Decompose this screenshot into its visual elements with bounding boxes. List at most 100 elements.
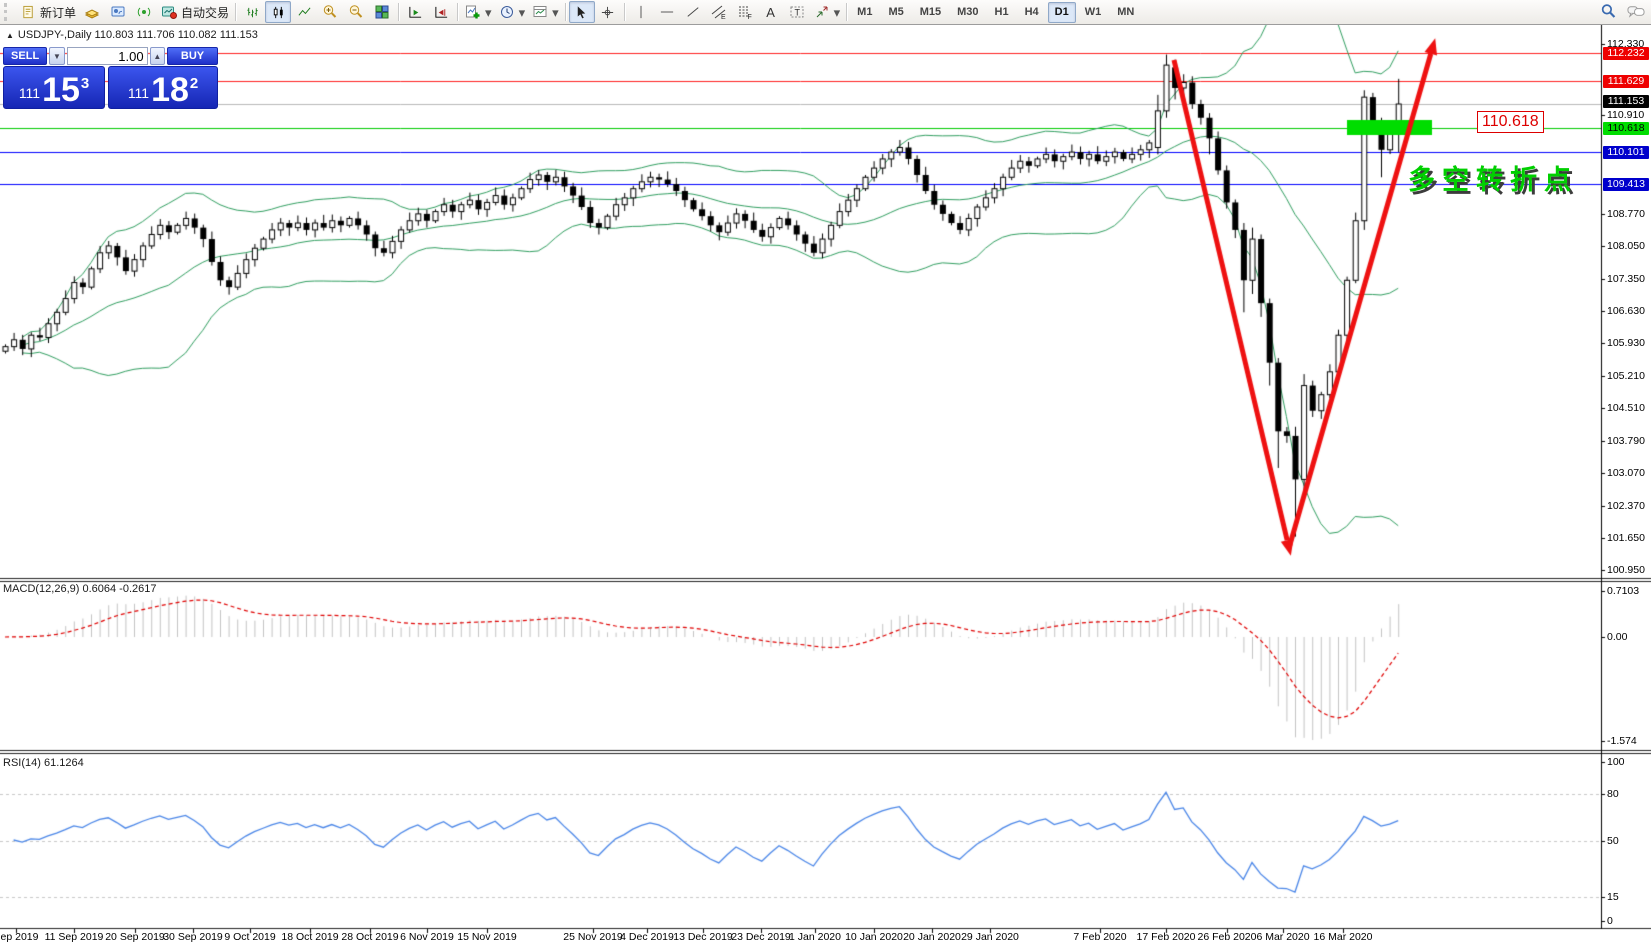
- price-tick: 110.910: [1607, 109, 1644, 121]
- timeframe-m30[interactable]: M30: [950, 2, 985, 23]
- chart-shift-button[interactable]: [428, 1, 454, 23]
- timeframe-m5[interactable]: M5: [881, 2, 910, 23]
- date-tick: 17 Feb 2020: [1137, 931, 1196, 943]
- date-tick: 26 Feb 2020: [1198, 931, 1257, 943]
- timeframe-m15[interactable]: M15: [913, 2, 948, 23]
- candlestick-chart-icon: [269, 3, 287, 21]
- toolbar-grip[interactable]: [4, 3, 14, 21]
- one-click-panel-toggle[interactable]: ▲: [6, 31, 14, 40]
- date-tick: 7 Feb 2020: [1073, 931, 1126, 943]
- date-axis[interactable]: Sep 201911 Sep 201920 Sep 201930 Sep 201…: [0, 930, 1651, 946]
- templates-button[interactable]: ▾: [528, 1, 562, 23]
- date-tick: Sep 2019: [0, 931, 38, 943]
- timeframe-h4[interactable]: H4: [1018, 2, 1046, 23]
- sell-price-figure: 111: [19, 85, 40, 101]
- date-tick: 6 Nov 2019: [400, 931, 454, 943]
- indicator-axis-tick: -1.574: [1607, 735, 1637, 747]
- tile-windows-button[interactable]: [369, 1, 395, 23]
- toolbar-separator: [846, 3, 847, 21]
- buy-price-panel[interactable]: 111 18 2: [108, 66, 218, 109]
- volume-input[interactable]: 1.00: [67, 47, 148, 65]
- new-order-button[interactable]: 新订单: [16, 1, 79, 23]
- sell-price-point: 3: [81, 69, 89, 92]
- sell-price-panel[interactable]: 111 15 3: [3, 66, 105, 109]
- indicators-button[interactable]: ▾: [461, 1, 495, 23]
- cursor-button[interactable]: [569, 1, 595, 23]
- chat-icon[interactable]: [1627, 2, 1645, 20]
- timeframe-h1[interactable]: H1: [988, 2, 1016, 23]
- price-tick: 104.510: [1607, 402, 1645, 414]
- book-icon: [83, 3, 101, 21]
- indicator-axis-tick: 0: [1607, 915, 1613, 927]
- auto-scroll-button[interactable]: [402, 1, 428, 23]
- indicator-axis-tick: 80: [1607, 788, 1619, 800]
- fibonacci-button[interactable]: F: [732, 1, 758, 23]
- channel-button[interactable]: E: [706, 1, 732, 23]
- trendline-button[interactable]: [680, 1, 706, 23]
- price-tick: 106.630: [1607, 305, 1645, 317]
- date-tick: 1 Jan 2020: [789, 931, 841, 943]
- signals-button[interactable]: [131, 1, 157, 23]
- date-tick: 29 Jan 2020: [961, 931, 1019, 943]
- timeframe-w1[interactable]: W1: [1078, 2, 1109, 23]
- timeframe-m1[interactable]: M1: [850, 2, 879, 23]
- chart-canvas[interactable]: [0, 0, 1651, 946]
- autotrading-label: 自动交易: [181, 4, 229, 21]
- price-tick: 108.770: [1607, 208, 1645, 220]
- text-icon: A: [766, 6, 775, 19]
- cursor-icon: [573, 3, 591, 21]
- line-chart-button[interactable]: [291, 1, 317, 23]
- main-toolbar: 新订单 自动交易: [0, 0, 1651, 25]
- toolbar-separator: [235, 3, 236, 21]
- market-watch-button[interactable]: [105, 1, 131, 23]
- sell-button[interactable]: SELL: [3, 47, 47, 65]
- horizontal-line-button[interactable]: [654, 1, 680, 23]
- macd-label: MACD(12,26,9) 0.6064 -0.2617: [3, 583, 156, 595]
- candlestick-chart-button[interactable]: [265, 1, 291, 23]
- one-click-trading-panel: SELL ▼ 1.00 ▲ BUY 111 15 3 111 18 2: [3, 47, 218, 109]
- vertical-line-button[interactable]: [628, 1, 654, 23]
- buy-price-point: 2: [190, 69, 198, 92]
- date-tick: 20 Jan 2020: [903, 931, 961, 943]
- price-badge: 112.232: [1603, 47, 1649, 60]
- text-label-button[interactable]: T: [784, 1, 810, 23]
- auto-scroll-icon: [406, 3, 424, 21]
- timeframe-d1[interactable]: D1: [1048, 2, 1076, 23]
- buy-button[interactable]: BUY: [167, 47, 218, 65]
- price-axis[interactable]: 112.330110.910108.770108.050107.350106.6…: [1602, 24, 1651, 929]
- arrows-button[interactable]: ▾: [810, 1, 844, 23]
- crosshair-button[interactable]: [595, 1, 621, 23]
- vertical-line-icon: [632, 3, 650, 21]
- date-tick: 11 Sep 2019: [45, 931, 104, 943]
- date-tick: 25 Nov 2019: [563, 931, 623, 943]
- bar-chart-button[interactable]: [239, 1, 265, 23]
- svg-text:F: F: [747, 14, 751, 20]
- autotrading-icon: [160, 3, 178, 21]
- price-tick: 103.790: [1607, 435, 1645, 447]
- turning-point-annotation[interactable]: 多空转折点: [1408, 158, 1578, 197]
- dropdown-arrow-icon: ▾: [485, 6, 492, 19]
- dropdown-arrow-icon: ▾: [519, 6, 526, 19]
- volume-decrease-button[interactable]: ▼: [49, 47, 64, 65]
- buy-price-pips: 18: [151, 76, 189, 105]
- dropdown-arrow-icon: ▾: [552, 6, 559, 19]
- date-tick: 9 Oct 2019: [224, 931, 275, 943]
- zoom-out-button[interactable]: [343, 1, 369, 23]
- inbox-button[interactable]: [79, 1, 105, 23]
- zoom-in-button[interactable]: [317, 1, 343, 23]
- price-badge: 111.629: [1603, 75, 1649, 88]
- search-icon[interactable]: [1599, 2, 1617, 20]
- date-tick: 13 Dec 2019: [673, 931, 733, 943]
- svg-text:T: T: [794, 8, 800, 18]
- line-chart-icon: [295, 3, 313, 21]
- timeframe-mn[interactable]: MN: [1110, 2, 1141, 23]
- date-tick: 10 Jan 2020: [845, 931, 903, 943]
- periods-button[interactable]: ▾: [495, 1, 529, 23]
- price-tick: 105.930: [1607, 337, 1645, 349]
- price-level-annotation[interactable]: 110.618: [1477, 111, 1544, 133]
- price-tick: 107.350: [1607, 273, 1645, 285]
- text-button[interactable]: A: [758, 1, 784, 23]
- autotrading-button[interactable]: 自动交易: [157, 1, 232, 23]
- volume-increase-button[interactable]: ▲: [150, 47, 165, 65]
- tile-windows-icon: [373, 3, 391, 21]
